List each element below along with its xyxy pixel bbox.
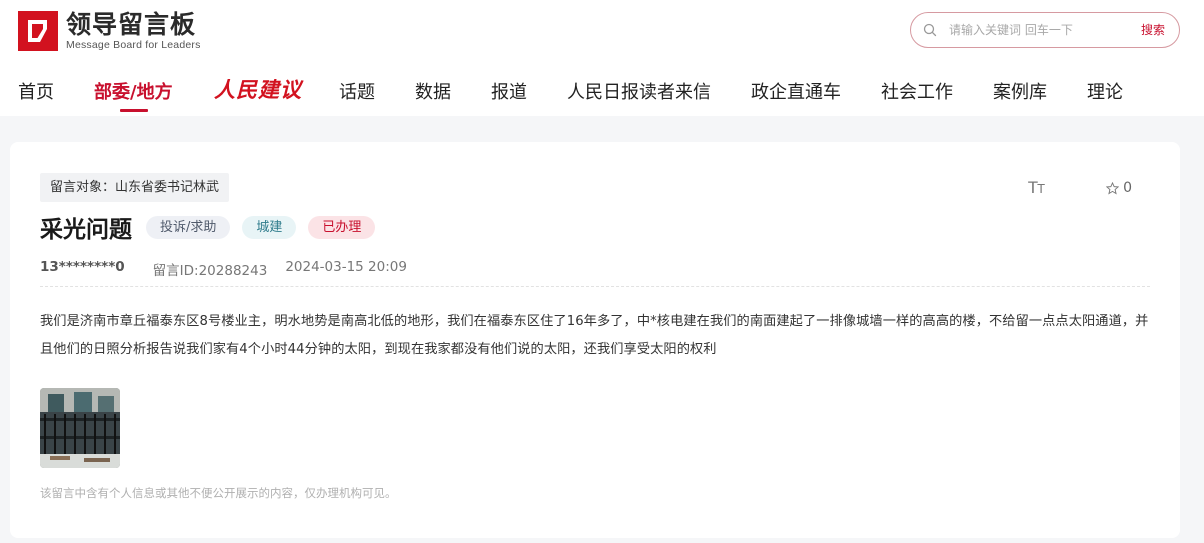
favorite-button[interactable]: 0 xyxy=(1106,180,1132,196)
tag-field: 城建 xyxy=(242,215,297,239)
search-button[interactable]: 搜索 xyxy=(1141,21,1165,38)
nav-item-enterprise-express[interactable]: 政企直通车 xyxy=(751,78,841,104)
privacy-notice: 该留言中含有个人信息或其他不便公开展示的内容，仅办理机构可见。 xyxy=(40,486,397,500)
title-row: 采光问题 投诉/求助 城建 已办理 xyxy=(40,210,376,244)
nav-item-ministries-local[interactable]: 部委/地方 xyxy=(94,78,173,104)
nav-item-theory[interactable]: 理论 xyxy=(1087,78,1123,104)
search-box: 搜索 xyxy=(910,12,1180,48)
nav-item-reports[interactable]: 报道 xyxy=(491,78,527,104)
attachment-image xyxy=(40,388,120,468)
favorite-count: 0 xyxy=(1123,180,1132,196)
nav-active-indicator xyxy=(120,109,148,112)
main-nav: 首页 部委/地方 人民建议 话题 数据 报道 人民日报读者来信 政企直通车 社会… xyxy=(0,66,1204,114)
author-id: 13********0 xyxy=(40,259,125,275)
logo-title: 领导留言板 xyxy=(66,10,197,39)
status-badge: 已办理 xyxy=(308,215,376,239)
star-icon xyxy=(1106,181,1120,194)
message-target: 留言对象：山东省委书记林武 xyxy=(40,173,230,202)
message-time: 2024-03-15 20:09 xyxy=(285,259,407,275)
logo-icon xyxy=(18,11,58,51)
search-input[interactable] xyxy=(949,20,1129,40)
tag-category: 投诉/求助 xyxy=(146,215,231,239)
nav-item-data[interactable]: 数据 xyxy=(415,78,451,104)
message-card: 留言对象：山东省委书记林武 TT 0 采光问题 投诉/求助 城建 已办理 13*… xyxy=(10,142,1180,538)
logo-subtitle: Message Board for Leaders xyxy=(66,39,201,51)
message-content: 我们是济南市章丘福泰东区8号楼业主，明水地势是南高北低的地形，我们在福泰东区住了… xyxy=(40,314,1149,357)
nav-item-social-work[interactable]: 社会工作 xyxy=(881,78,953,104)
nav-item-case-library[interactable]: 案例库 xyxy=(993,78,1047,104)
attachment-thumbnail[interactable] xyxy=(40,388,120,468)
nav-item-people-suggestion[interactable]: 人民建议 xyxy=(214,74,302,104)
message-title: 采光问题 xyxy=(40,217,132,243)
message-meta: 13********0 留言ID:20288243 2024-03-15 20:… xyxy=(40,259,407,279)
font-size-icon[interactable]: TT xyxy=(1028,178,1045,198)
message-id: 留言ID:20288243 xyxy=(152,263,268,279)
site-logo[interactable]: 领导留言板 Message Board for Leaders xyxy=(18,10,201,52)
nav-item-readers-letters[interactable]: 人民日报读者来信 xyxy=(567,78,711,104)
top-header: 领导留言板 Message Board for Leaders 搜索 首页 部委… xyxy=(0,0,1204,116)
nav-item-home[interactable]: 首页 xyxy=(18,78,54,104)
logo-text: 领导留言板 Message Board for Leaders xyxy=(66,10,201,52)
message-tools: TT 0 xyxy=(1028,178,1132,198)
divider xyxy=(40,286,1150,287)
nav-item-topics[interactable]: 话题 xyxy=(339,78,375,104)
search-icon xyxy=(923,23,937,37)
